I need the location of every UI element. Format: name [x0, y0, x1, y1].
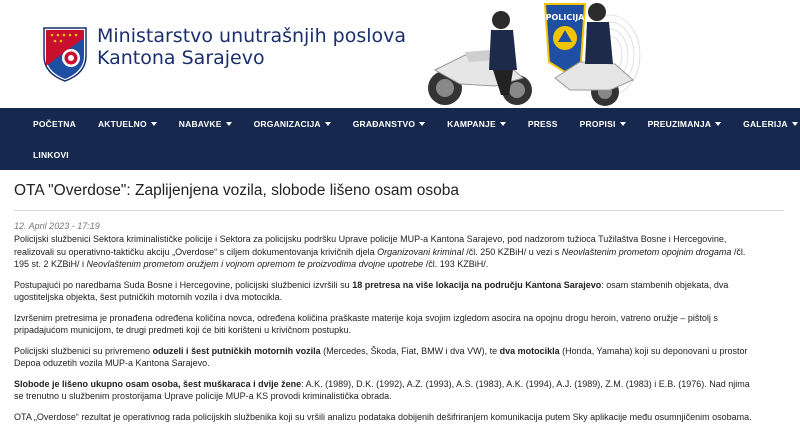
nav-item-kampanje[interactable]: KAMPANJE	[436, 119, 517, 129]
article-title: OTA "Overdose": Zaplijenjena vozila, slo…	[14, 182, 459, 199]
text-run: Policijski službenici su privremeno	[14, 345, 153, 356]
nav-item-label: GALERIJA	[743, 118, 788, 129]
caret-down-icon	[150, 121, 157, 126]
nav-row-secondary: LINKOVI	[0, 139, 800, 170]
text-run: Postupajući po naredbama Suda Bosne i He…	[14, 279, 353, 290]
nav-item-label: LINKOVI	[33, 149, 69, 160]
nav-item-nabavke[interactable]: NABAVKE	[168, 119, 243, 129]
nav-item-gra-anstvo[interactable]: GRAĐANSTVO	[342, 119, 436, 129]
main-navigation: POČETNA AKTUELNO NABAVKE ORGANIZACIJA GRAĐAN…	[0, 108, 800, 170]
nav-item-organizacija[interactable]: ORGANIZACIJA	[243, 119, 342, 129]
nav-row-primary: POČETNA AKTUELNO NABAVKE ORGANIZACIJA GRAĐAN…	[0, 108, 800, 139]
badge-word: POLICIJA	[546, 13, 586, 22]
caret-down-icon	[324, 121, 331, 126]
nav-item-label: PREUZIMANJA	[647, 118, 712, 129]
nav-item-label: NABAVKE	[178, 118, 222, 129]
title-divider	[14, 210, 784, 211]
nav-item-label: POČETNA	[33, 118, 76, 129]
article-paragraph-4: Policijski službenici su privremeno oduz…	[14, 345, 759, 370]
text-run: (Mercedes, Škoda, Fiat, BMW i dva VW), t…	[320, 345, 500, 356]
nav-item-label: ORGANIZACIJA	[253, 118, 321, 129]
nav-item-propisi[interactable]: PROPISI	[569, 119, 637, 129]
nav-item-label: PRESS	[527, 118, 558, 129]
caret-down-icon	[225, 121, 232, 126]
caret-down-icon	[715, 121, 722, 126]
text-run: /čl. 250 KZBiH/ u vezi s	[463, 246, 562, 257]
article-paragraph-6: OTA „Overdose“ rezultat je operativnog r…	[14, 411, 752, 422]
bold-text: Slobode je lišeno ukupno osam osoba, šes…	[14, 378, 302, 389]
bold-text: oduzeli i šest putničkih motornih vozila	[152, 345, 321, 356]
ministry-title[interactable]: Ministarstvo unutrašnjih poslova Kantona…	[97, 25, 406, 69]
ministry-title-line2: Kantona Sarajevo	[97, 47, 265, 69]
coat-of-arms-logo[interactable]	[42, 26, 88, 82]
italic-text: Organizovani kriminal	[377, 246, 464, 257]
article-paragraph-2: Postupajući po naredbama Suda Bosne i He…	[14, 279, 759, 304]
nav-item-label: GRAĐANSTVO	[352, 118, 416, 129]
article-date: 12. April 2023 - 17:19	[14, 221, 100, 231]
italic-text: Neovlaštenim prometom oružjem i vojnom o…	[86, 259, 424, 269]
police-motorcycles-banner-image: POLICIJA	[428, 3, 641, 106]
caret-down-icon	[419, 121, 426, 126]
site-header: Ministarstvo unutrašnjih poslova Kantona…	[0, 0, 800, 108]
nav-item-linkovi[interactable]: LINKOVI	[21, 150, 80, 160]
caret-down-icon	[791, 121, 798, 126]
nav-item-po-etna[interactable]: POČETNA	[21, 119, 87, 129]
nav-item-galerija[interactable]: GALERIJA	[732, 119, 800, 129]
ministry-title-line1: Ministarstvo unutrašnjih poslova	[97, 25, 407, 47]
bold-text: dva motocikla	[499, 345, 560, 356]
italic-text: Neovlaštenim prometom opojnim drogama	[561, 246, 732, 257]
nav-item-press[interactable]: PRESS	[517, 119, 569, 129]
caret-down-icon	[499, 121, 506, 126]
nav-item-label: PROPISI	[579, 118, 616, 129]
article: OTA "Overdose": Zaplijenjena vozila, slo…	[14, 170, 784, 431]
nav-item-preuzimanja[interactable]: PREUZIMANJA	[637, 119, 733, 129]
article-paragraph-3: Izvršenim pretresima je pronađena određe…	[14, 312, 718, 336]
article-paragraph-1: Policijski službenici Sektora kriminalis…	[14, 233, 759, 271]
nav-item-aktuelno[interactable]: AKTUELNO	[87, 119, 168, 129]
nav-item-label: AKTUELNO	[97, 118, 147, 129]
bold-text: 18 pretresa na više lokacija na području…	[352, 279, 602, 290]
caret-down-icon	[619, 121, 626, 126]
nav-item-label: KAMPANJE	[447, 118, 496, 129]
text-run: /čl. 193 KZBiH/.	[423, 259, 489, 269]
article-paragraph-5: Slobode je lišeno ukupno osam osoba, šes…	[14, 378, 759, 403]
